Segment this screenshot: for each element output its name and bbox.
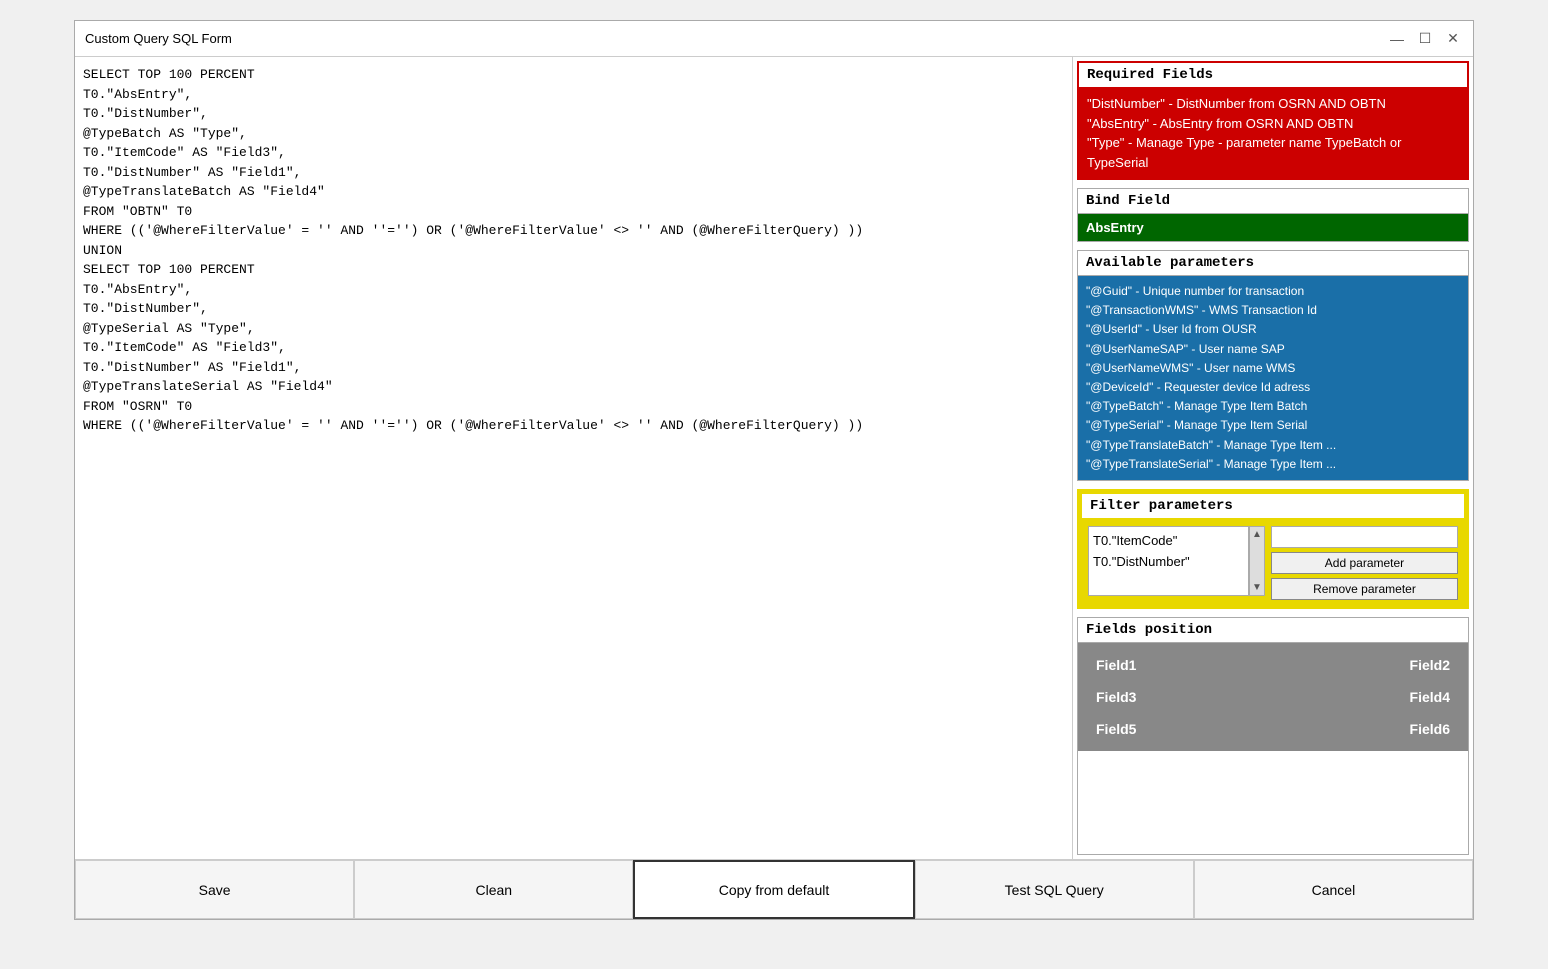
param-transaction-wms: "@TransactionWMS" - WMS Transaction Id [1086, 301, 1460, 320]
bind-field-header: Bind Field [1078, 189, 1468, 214]
param-typetranslatebatch: "@TypeTranslateBatch" - Manage Type Item… [1086, 436, 1460, 455]
bottom-bar: Save Clean Copy from default Test SQL Qu… [75, 859, 1473, 919]
filter-list: T0."ItemCode" T0."DistNumber" [1088, 526, 1249, 596]
fields-position-section: Fields position Field1 Field2 Field3 Fie… [1077, 617, 1469, 855]
save-button[interactable]: Save [75, 860, 354, 919]
required-fields-header: Required Fields [1079, 63, 1467, 88]
required-fields-body: "DistNumber" - DistNumber from OSRN AND … [1079, 88, 1467, 178]
filter-list-wrapper: T0."ItemCode" T0."DistNumber" ▲ ▼ [1088, 526, 1265, 596]
fields-position-header: Fields position [1078, 618, 1468, 643]
window-title: Custom Query SQL Form [85, 31, 232, 46]
available-parameters-section: Available parameters "@Guid" - Unique nu… [1077, 250, 1469, 481]
sql-editor[interactable]: SELECT TOP 100 PERCENT T0."AbsEntry", T0… [75, 57, 1073, 859]
field-pos-6: Field6 [1275, 715, 1460, 743]
field-pos-5: Field5 [1086, 715, 1271, 743]
param-typebatch: "@TypeBatch" - Manage Type Item Batch [1086, 397, 1460, 416]
filter-item-1[interactable]: T0."ItemCode" [1093, 531, 1244, 552]
close-button[interactable]: ✕ [1443, 29, 1463, 49]
right-panel: Required Fields "DistNumber" - DistNumbe… [1073, 57, 1473, 859]
required-field-line-1: "DistNumber" - DistNumber from OSRN AND … [1087, 94, 1459, 114]
bind-field-section: Bind Field AbsEntry [1077, 188, 1469, 242]
filter-item-2[interactable]: T0."DistNumber" [1093, 552, 1244, 573]
param-typetranslateserial: "@TypeTranslateSerial" - Manage Type Ite… [1086, 455, 1460, 474]
main-window: Custom Query SQL Form — ☐ ✕ SELECT TOP 1… [74, 20, 1474, 920]
titlebar: Custom Query SQL Form — ☐ ✕ [75, 21, 1473, 57]
scroll-down-icon[interactable]: ▼ [1252, 582, 1262, 593]
required-field-line-2: "AbsEntry" - AbsEntry from OSRN AND OBTN [1087, 114, 1459, 134]
required-fields-section: Required Fields "DistNumber" - DistNumbe… [1077, 61, 1469, 180]
param-guid: "@Guid" - Unique number for transaction [1086, 282, 1460, 301]
filter-input[interactable] [1271, 526, 1458, 548]
sql-text[interactable]: SELECT TOP 100 PERCENT T0."AbsEntry", T0… [83, 65, 1064, 436]
filter-parameters-section: Filter parameters T0."ItemCode" T0."Dist… [1077, 489, 1469, 609]
remove-parameter-button[interactable]: Remove parameter [1271, 578, 1458, 600]
param-username-wms: "@UserNameWMS" - User name WMS [1086, 359, 1460, 378]
param-typeserial: "@TypeSerial" - Manage Type Item Serial [1086, 416, 1460, 435]
test-sql-button[interactable]: Test SQL Query [915, 860, 1194, 919]
minimize-button[interactable]: — [1387, 29, 1407, 49]
cancel-button[interactable]: Cancel [1194, 860, 1473, 919]
available-parameters-body: "@Guid" - Unique number for transaction … [1078, 276, 1468, 480]
main-content: SELECT TOP 100 PERCENT T0."AbsEntry", T0… [75, 57, 1473, 859]
filter-right: Add parameter Remove parameter [1271, 526, 1458, 600]
filter-parameters-header: Filter parameters [1080, 492, 1466, 520]
titlebar-controls: — ☐ ✕ [1387, 29, 1463, 49]
fields-position-body: Field1 Field2 Field3 Field4 Field5 Field… [1078, 643, 1468, 751]
field-pos-4: Field4 [1275, 683, 1460, 711]
filter-scrollbar[interactable]: ▲ ▼ [1249, 526, 1265, 596]
param-userid: "@UserId" - User Id from OUSR [1086, 320, 1460, 339]
available-parameters-header: Available parameters [1078, 251, 1468, 276]
field-pos-2: Field2 [1275, 651, 1460, 679]
param-username-sap: "@UserNameSAP" - User name SAP [1086, 340, 1460, 359]
required-field-line-3: "Type" - Manage Type - parameter name Ty… [1087, 133, 1459, 172]
field-pos-1: Field1 [1086, 651, 1271, 679]
clean-button[interactable]: Clean [354, 860, 633, 919]
bind-field-value: AbsEntry [1078, 214, 1468, 241]
scroll-up-icon[interactable]: ▲ [1252, 529, 1262, 540]
field-pos-3: Field3 [1086, 683, 1271, 711]
filter-parameters-body: T0."ItemCode" T0."DistNumber" ▲ ▼ Add pa… [1080, 520, 1466, 606]
param-deviceid: "@DeviceId" - Requester device Id adress [1086, 378, 1460, 397]
copy-from-default-button[interactable]: Copy from default [633, 860, 914, 919]
maximize-button[interactable]: ☐ [1415, 29, 1435, 49]
add-parameter-button[interactable]: Add parameter [1271, 552, 1458, 574]
